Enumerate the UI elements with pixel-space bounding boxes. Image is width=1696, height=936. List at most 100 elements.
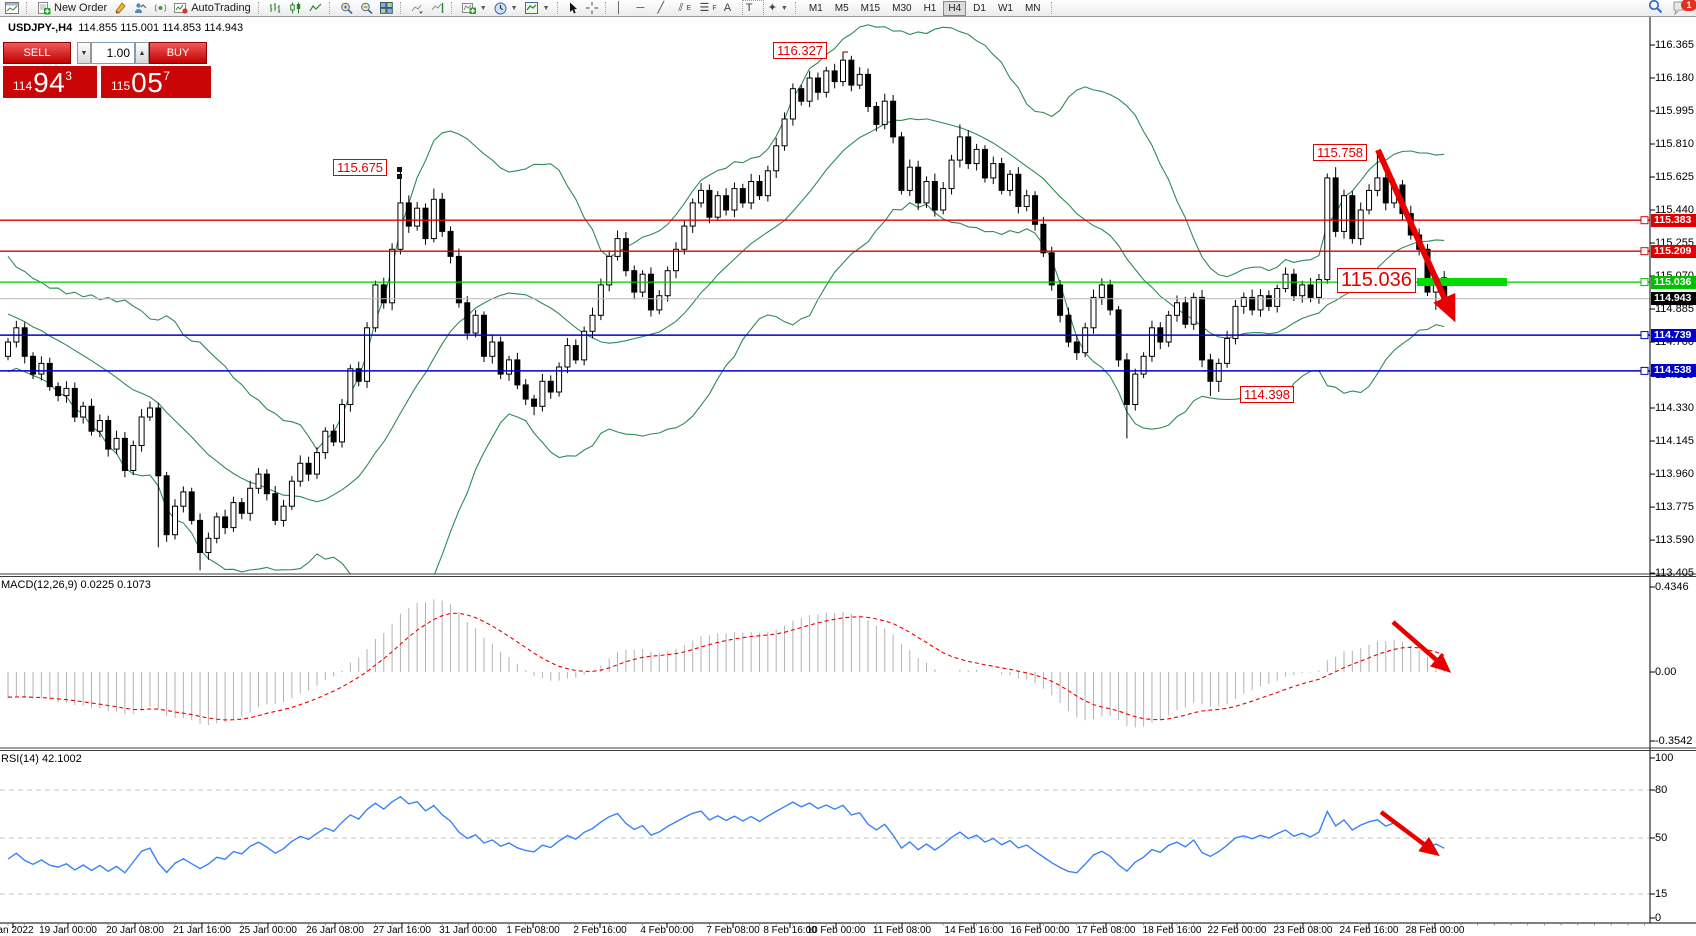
price-tick-label: 115.995 (1655, 105, 1694, 117)
timeframe-m30[interactable]: M30 (887, 1, 916, 16)
trendline-tool[interactable]: ╱ (655, 1, 675, 16)
volume-increase-button[interactable]: ▲ (135, 42, 149, 64)
tile-windows-button[interactable] (377, 1, 396, 16)
signals-button[interactable] (151, 1, 170, 16)
price-annotation-114.398[interactable]: 114.398 (1240, 386, 1294, 403)
chart-canvas[interactable] (0, 0, 1696, 936)
buy-button[interactable]: BUY (149, 42, 207, 64)
buy-price-pip: 7 (163, 69, 170, 83)
timeframe-w1[interactable]: W1 (993, 1, 1018, 16)
new-order-icon (37, 2, 51, 15)
horizontal-line-tool[interactable]: ─ (634, 1, 654, 16)
time-tick-label: 7 Feb 08:00 (706, 925, 759, 936)
price-annotation-115.758[interactable]: 115.758 (1313, 144, 1367, 161)
search-button[interactable] (1648, 0, 1663, 19)
time-tick-label: 23 Feb 08:00 (1274, 925, 1333, 936)
timeframe-m15[interactable]: M15 (856, 1, 885, 16)
vertical-line-tool[interactable]: │ (613, 1, 633, 16)
template-icon (525, 2, 539, 14)
sell-button[interactable]: SELL (3, 42, 71, 64)
chart-shift-button[interactable] (428, 1, 447, 16)
new-order-label: New Order (54, 2, 107, 14)
zoom-in-icon (340, 2, 353, 15)
price-annotation-115.036[interactable]: 115.036 (1337, 268, 1416, 293)
fibonacci-tool[interactable]: ☰F (697, 1, 720, 16)
toolbar-separator (26, 2, 30, 14)
rsi-tick-label: 100 (1655, 752, 1673, 764)
price-tick-label: 114.145 (1655, 435, 1694, 447)
candlestick-chart-button[interactable] (286, 1, 305, 16)
sell-price-pip: 3 (65, 69, 72, 83)
timeframe-d1[interactable]: D1 (968, 1, 991, 16)
styler-button[interactable] (111, 1, 130, 16)
toolbar: New Order AutoTrading ▼ (0, 0, 1696, 17)
notifications-button[interactable]: 1 (1673, 1, 1691, 16)
toolbar-right-icons: 1 (1648, 0, 1691, 17)
time-tick-label: 1 Feb 08:00 (506, 925, 559, 936)
timeframe-group: M1M5M15M30H1H4D1W1MN (803, 1, 1047, 16)
auto-scroll-button[interactable] (408, 1, 427, 16)
time-tick-label: 10 Feb 00:00 (807, 925, 866, 936)
toolbar-separator (400, 2, 404, 14)
price-tick-label: 115.810 (1655, 138, 1694, 150)
cursor-icon (568, 2, 579, 14)
rsi-tick-label: 15 (1655, 888, 1667, 900)
candles-icon (289, 2, 302, 14)
autotrading-icon (174, 2, 188, 14)
price-annotation-116.327[interactable]: 116.327 (773, 42, 827, 59)
channel-tool[interactable]: ⫽E (676, 1, 696, 16)
selection-handle[interactable] (397, 174, 402, 179)
macd-tick-label: -0.3542 (1655, 735, 1692, 747)
time-tick-label: 20 Jan 08:00 (106, 925, 164, 936)
mt4-terminal: New Order AutoTrading ▼ (0, 0, 1696, 936)
cursor-tool-button[interactable] (565, 1, 582, 16)
time-axis[interactable]: Jan 2022 19 Jan 00:00 20 Jan 08:00 21 Jan 1… (0, 925, 1696, 936)
selection-handle[interactable] (397, 167, 402, 172)
volume-decrease-button[interactable]: ▼ (77, 42, 91, 64)
line-chart-button[interactable] (306, 1, 325, 16)
macd-tick-label: 0.00 (1655, 666, 1676, 678)
time-tick-label: Jan 2022 (0, 925, 34, 936)
zoom-in-button[interactable] (337, 1, 356, 16)
crosshair-tool-button[interactable] (583, 1, 601, 16)
zoom-out-icon (360, 2, 373, 15)
timeframe-h1[interactable]: H1 (919, 1, 942, 16)
time-tick-label: 27 Jan 16:00 (373, 925, 431, 936)
timeframe-m1[interactable]: M1 (804, 1, 828, 16)
time-tick-label: 14 Feb 16:00 (945, 925, 1004, 936)
price-tick-label: 114.330 (1655, 402, 1694, 414)
price-annotation-115.675[interactable]: 115.675 (333, 159, 387, 176)
timeframe-h4[interactable]: H4 (943, 1, 966, 16)
price-tick-label: 116.180 (1655, 72, 1694, 84)
time-tick-label: 16 Feb 00:00 (1011, 925, 1070, 936)
chevron-down-icon: ▼ (543, 5, 550, 12)
market-watch-button[interactable] (131, 1, 150, 16)
time-tick-label: 19 Jan 00:00 (39, 925, 97, 936)
sell-price-display[interactable]: 114 94 3 (3, 66, 97, 98)
buy-price-handle: 115 (111, 79, 130, 93)
chevron-down-icon: ▼ (781, 1, 788, 16)
text-tool[interactable]: A (721, 1, 741, 16)
time-tick-label: 2 Feb 16:00 (573, 925, 626, 936)
zoom-out-button[interactable] (357, 1, 376, 16)
arrows-tool[interactable]: ✦▼ (765, 1, 791, 16)
buy-price-display[interactable]: 115 05 7 (101, 66, 211, 98)
timeframe-mn[interactable]: MN (1020, 1, 1046, 16)
chart-window-icon (5, 2, 19, 14)
periods-button[interactable]: ▼ (491, 1, 521, 16)
label-tool[interactable]: T (742, 0, 764, 17)
time-tick-label: 21 Jan 16:00 (173, 925, 231, 936)
autotrading-button[interactable]: AutoTrading (171, 1, 254, 16)
chart-shift-icon (431, 2, 444, 14)
new-chart-button[interactable] (2, 1, 22, 16)
search-icon (1648, 0, 1663, 14)
bar-chart-button[interactable] (266, 1, 285, 16)
timeframe-m5[interactable]: M5 (830, 1, 854, 16)
indicators-button[interactable]: ▼ (459, 1, 490, 16)
price-axis[interactable]: 116.365116.180115.995115.810115.625115.4… (1651, 0, 1696, 936)
volume-input[interactable] (91, 42, 135, 64)
templates-button[interactable]: ▼ (522, 1, 553, 16)
volume-stepper: ▼ ▲ (77, 42, 149, 64)
price-tag-115.383: 115.383 (1651, 214, 1696, 227)
new-order-button[interactable]: New Order (34, 1, 110, 16)
